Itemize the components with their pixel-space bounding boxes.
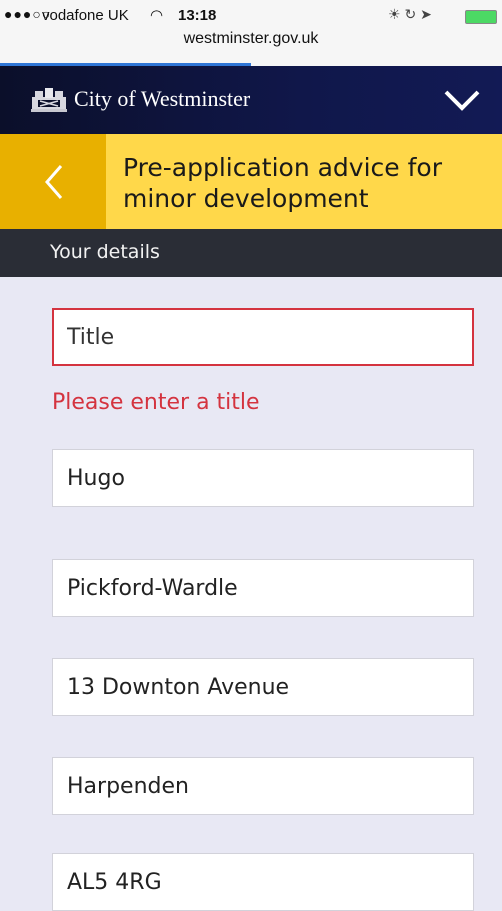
status-icons: ☀ ↻ ➤ [388, 6, 432, 23]
address-bar-url[interactable]: westminster.gov.uk [0, 30, 502, 48]
battery-icon [465, 10, 497, 24]
town-field[interactable] [52, 757, 474, 815]
carrier-name: vodafone UK [42, 7, 129, 24]
back-button[interactable] [0, 134, 106, 229]
last-name-field[interactable] [52, 559, 474, 617]
title-error-message: Please enter a title [52, 390, 260, 415]
address-line1-field[interactable] [52, 658, 474, 716]
site-brand[interactable]: City of Westminster [74, 86, 250, 112]
title-field[interactable] [52, 308, 474, 366]
section-header: Your details [0, 229, 502, 277]
page-title-bar: Pre-application advice for minor develop… [0, 134, 502, 229]
westminster-crest-icon [31, 88, 67, 112]
location-icon: ➤ [420, 6, 432, 22]
page-title: Pre-application advice for minor develop… [123, 153, 442, 213]
postcode-field[interactable] [52, 853, 474, 911]
status-time: 13:18 [178, 7, 217, 24]
chevron-left-icon [45, 165, 63, 199]
section-label: Your details [50, 241, 160, 263]
status-row: ●●●○○ vodafone UK ◠ 13:18 ☀ ↻ ➤ [0, 6, 502, 28]
site-header: City of Westminster [0, 66, 502, 134]
brightness-icon: ☀ [388, 6, 401, 22]
wifi-icon: ◠ [150, 7, 164, 24]
first-name-field[interactable] [52, 449, 474, 507]
rotation-lock-icon: ↻ [404, 6, 417, 22]
menu-toggle-button[interactable] [440, 82, 484, 118]
status-bar: ●●●○○ vodafone UK ◠ 13:18 ☀ ↻ ➤ westmins… [0, 0, 502, 66]
chevron-down-icon [444, 90, 480, 111]
